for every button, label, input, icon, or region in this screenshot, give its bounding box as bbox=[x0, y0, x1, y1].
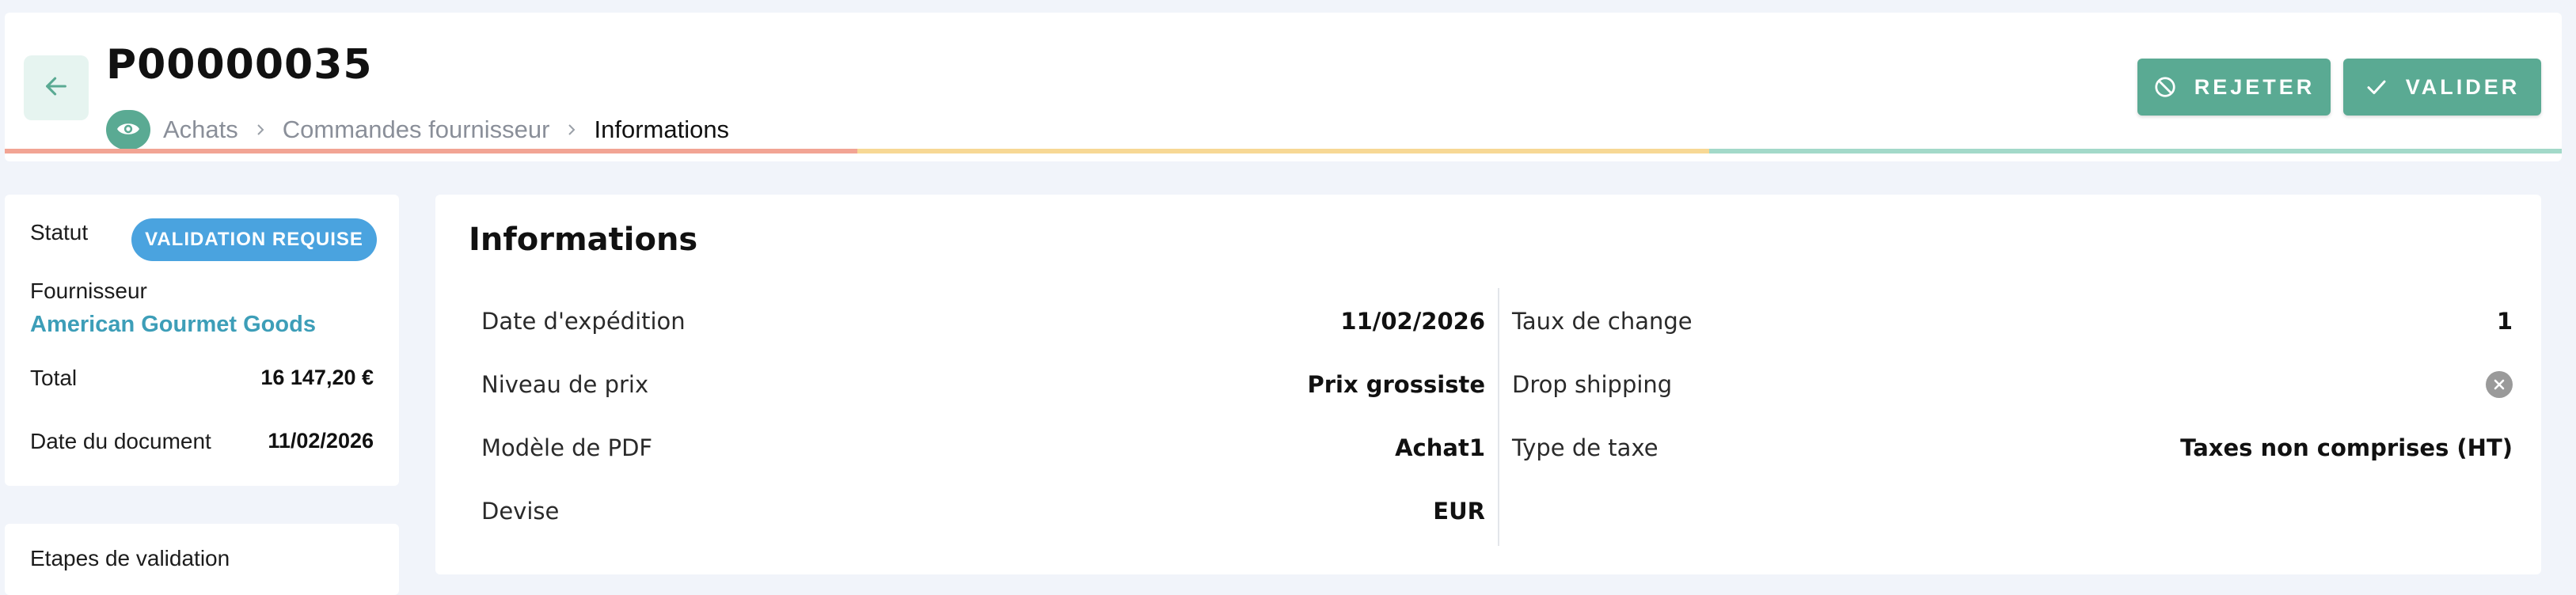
summary-card: Statut VALIDATION REQUISE Fournisseur Am… bbox=[5, 195, 399, 486]
reject-button[interactable]: REJETER bbox=[2137, 59, 2331, 116]
chevron-right-icon bbox=[567, 123, 576, 137]
info-row-shipping-date: Date d'expédition 11/02/2026 bbox=[481, 305, 1485, 337]
validation-steps-title: Etapes de validation bbox=[30, 546, 230, 570]
info-label: Drop shipping bbox=[1512, 371, 1673, 398]
info-row-tax-type: Type de taxe Taxes non comprises (HT) bbox=[1512, 432, 2513, 464]
info-row-currency: Devise EUR bbox=[481, 495, 1485, 527]
document-date-label: Date du document bbox=[30, 429, 211, 453]
x-circle-icon bbox=[2486, 371, 2513, 398]
info-label: Type de taxe bbox=[1512, 434, 1658, 461]
progress-segment bbox=[5, 149, 857, 153]
info-value: EUR bbox=[1433, 498, 1485, 525]
supplier-label: Fournisseur bbox=[30, 279, 147, 303]
total-label: Total bbox=[30, 366, 78, 390]
info-value: Taxes non comprises (HT) bbox=[2180, 434, 2513, 461]
check-icon bbox=[2365, 75, 2388, 99]
eye-icon bbox=[116, 116, 140, 144]
info-label: Niveau de prix bbox=[481, 371, 649, 398]
supplier-link[interactable]: American Gourmet Goods bbox=[30, 312, 316, 338]
informations-panel: Informations Date d'expédition 11/02/202… bbox=[435, 195, 2541, 574]
breadcrumb-item-commandes-fournisseur[interactable]: Commandes fournisseur bbox=[283, 116, 550, 144]
chevron-right-icon bbox=[256, 123, 265, 137]
view-mode-badge[interactable] bbox=[106, 110, 150, 150]
arrow-left-icon bbox=[43, 73, 70, 103]
info-value: 1 bbox=[2496, 308, 2513, 335]
info-label: Date d'expédition bbox=[481, 308, 686, 335]
info-value: Prix grossiste bbox=[1307, 371, 1485, 398]
info-row-pdf-model: Modèle de PDF Achat1 bbox=[481, 432, 1485, 464]
section-title: Informations bbox=[469, 222, 698, 258]
breadcrumb-item-current: Informations bbox=[594, 116, 730, 143]
validate-button[interactable]: VALIDER bbox=[2343, 59, 2541, 116]
breadcrumb: Achats Commandes fournisseur Information… bbox=[106, 109, 729, 150]
validate-label: VALIDER bbox=[2405, 74, 2521, 99]
info-label: Modèle de PDF bbox=[481, 434, 653, 461]
info-row-drop-shipping: Drop shipping bbox=[1512, 369, 2513, 400]
progress-bar bbox=[5, 149, 2562, 153]
info-row-exchange-rate: Taux de change 1 bbox=[1512, 305, 2513, 337]
page-title: P00000035 bbox=[106, 41, 373, 89]
page-header: P00000035 Achats Commandes fournisseur I… bbox=[5, 13, 2562, 161]
total-value: 16 147,20 € bbox=[260, 366, 374, 389]
status-label: Statut bbox=[30, 220, 89, 244]
info-value: Achat1 bbox=[1395, 434, 1485, 461]
document-date-value: 11/02/2026 bbox=[268, 429, 374, 453]
info-label: Taux de change bbox=[1512, 308, 1693, 335]
status-badge: VALIDATION REQUISE bbox=[131, 218, 377, 261]
progress-segment bbox=[1709, 149, 2562, 153]
info-value: 11/02/2026 bbox=[1340, 308, 1485, 335]
ban-icon bbox=[2153, 75, 2177, 99]
info-row-price-level: Niveau de prix Prix grossiste bbox=[481, 369, 1485, 400]
info-label: Devise bbox=[481, 498, 560, 525]
breadcrumb-item-achats[interactable]: Achats bbox=[163, 116, 238, 144]
column-divider bbox=[1498, 288, 1499, 546]
validation-steps-card: Etapes de validation bbox=[5, 524, 399, 595]
reject-label: REJETER bbox=[2194, 74, 2316, 99]
back-button[interactable] bbox=[24, 55, 89, 120]
progress-segment bbox=[857, 149, 1710, 153]
